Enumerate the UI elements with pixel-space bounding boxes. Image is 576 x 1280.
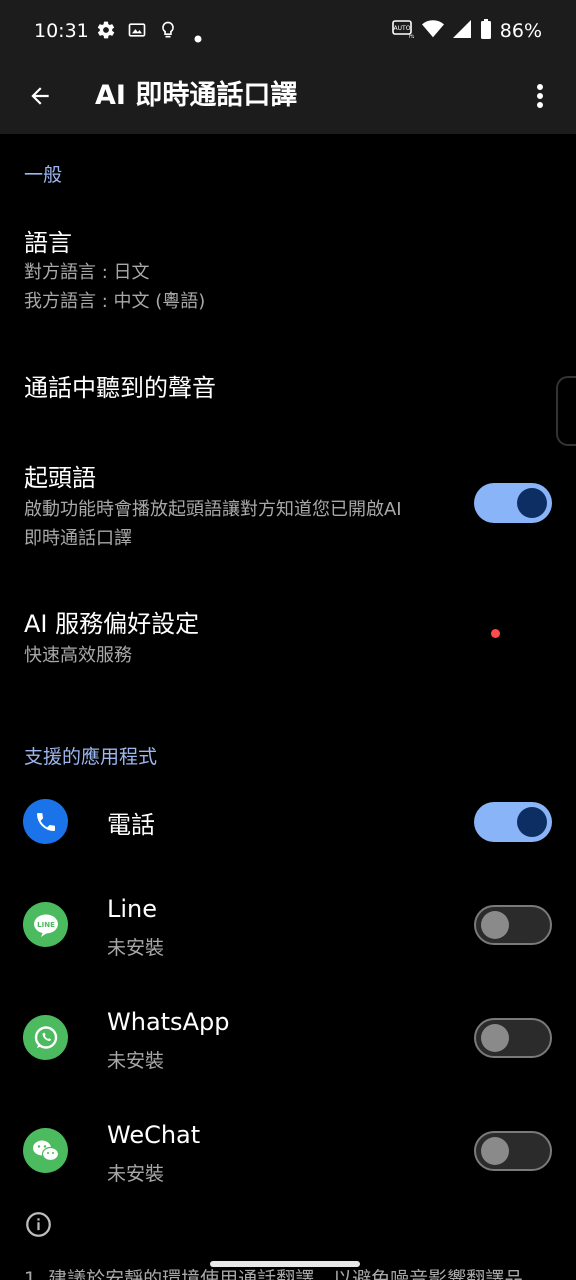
app-row-phone[interactable]: 電話 xyxy=(0,785,576,860)
page-title: AI 即時通話口譯 xyxy=(95,80,298,111)
gesture-nav-bar[interactable] xyxy=(210,1261,360,1267)
section-header-apps: 支援的應用程式 xyxy=(24,746,158,768)
line-icon: LINE xyxy=(23,902,68,947)
phone-toggle[interactable] xyxy=(474,802,552,842)
toggle-knob xyxy=(517,488,547,518)
svg-text:AUTO: AUTO xyxy=(393,25,410,32)
dot-icon xyxy=(194,28,202,47)
app-row-whatsapp[interactable]: WhatsApp 未安裝 xyxy=(0,998,576,1088)
wifi-icon xyxy=(421,19,444,43)
ai-service-setting[interactable]: AI 服務偏好設定 快速高效服務 xyxy=(0,586,576,686)
intro-desc-line2: 即時通話口譯 xyxy=(24,528,132,549)
more-options-button[interactable] xyxy=(524,78,556,118)
phone-icon xyxy=(23,799,68,844)
toggle-knob xyxy=(481,1024,509,1052)
app-row-wechat[interactable]: WeChat 未安裝 xyxy=(0,1111,576,1201)
app-name-wechat: WeChat xyxy=(107,1121,201,1149)
language-setting[interactable]: 語言 對方語言 : 日文 我方語言 : 中文 (粵語) xyxy=(0,205,576,330)
toggle-knob xyxy=(481,1137,509,1165)
svg-text:Hz: Hz xyxy=(409,34,414,39)
app-status-wechat: 未安裝 xyxy=(107,1163,165,1185)
app-bar: AI 即時通話口譯 xyxy=(0,62,576,134)
intro-toggle[interactable] xyxy=(474,483,552,523)
battery-icon xyxy=(480,19,492,43)
notification-dot xyxy=(491,629,500,638)
status-right-icons: AUTO Hz 86% xyxy=(391,19,542,43)
my-language-text: 我方語言 : 中文 (粵語) xyxy=(24,291,206,312)
status-time: 10:31 xyxy=(34,20,89,42)
heard-sound-setting[interactable]: 通話中聽到的聲音 xyxy=(0,350,560,420)
ai-service-subtitle: 快速高效服務 xyxy=(24,645,132,666)
battery-percentage: 86% xyxy=(499,20,542,42)
section-header-general: 一般 xyxy=(24,164,63,186)
arrow-back-icon xyxy=(27,83,53,113)
whatsapp-icon xyxy=(23,1015,68,1060)
info-icon xyxy=(25,1211,52,1238)
app-status-whatsapp: 未安裝 xyxy=(107,1050,165,1072)
image-icon xyxy=(127,20,147,44)
app-name-phone: 電話 xyxy=(107,811,155,839)
signal-icon xyxy=(452,19,472,43)
toggle-knob xyxy=(481,911,509,939)
auto-hz-icon: AUTO Hz xyxy=(391,19,416,43)
whatsapp-toggle[interactable] xyxy=(474,1018,552,1058)
ai-service-title: AI 服務偏好設定 xyxy=(24,610,200,638)
other-language-text: 對方語言 : 日文 xyxy=(24,262,150,283)
app-name-whatsapp: WhatsApp xyxy=(107,1008,230,1036)
more-vert-icon xyxy=(536,83,544,113)
edge-panel-handle[interactable] xyxy=(556,376,576,446)
line-toggle[interactable] xyxy=(474,905,552,945)
language-title: 語言 xyxy=(24,229,72,257)
heard-sound-title: 通話中聽到的聲音 xyxy=(24,374,216,402)
back-button[interactable] xyxy=(20,78,60,118)
lightbulb-icon xyxy=(158,20,178,44)
intro-title: 起頭語 xyxy=(24,464,96,492)
status-bar: 10:31 AUTO Hz 86% xyxy=(0,0,576,62)
svg-text:LINE: LINE xyxy=(37,921,55,929)
intro-setting[interactable]: 起頭語 啟動功能時會播放起頭語讓對方知道您已開啟AI 即時通話口譯 xyxy=(0,440,576,565)
app-status-line: 未安裝 xyxy=(107,937,165,959)
wechat-toggle[interactable] xyxy=(474,1131,552,1171)
app-name-line: Line xyxy=(107,895,158,923)
wechat-icon xyxy=(23,1128,68,1173)
intro-desc-line1: 啟動功能時會播放起頭語讓對方知道您已開啟AI xyxy=(24,499,402,520)
app-row-line[interactable]: LINE Line 未安裝 xyxy=(0,885,576,975)
settings-icon xyxy=(96,20,116,44)
toggle-knob xyxy=(517,807,547,837)
